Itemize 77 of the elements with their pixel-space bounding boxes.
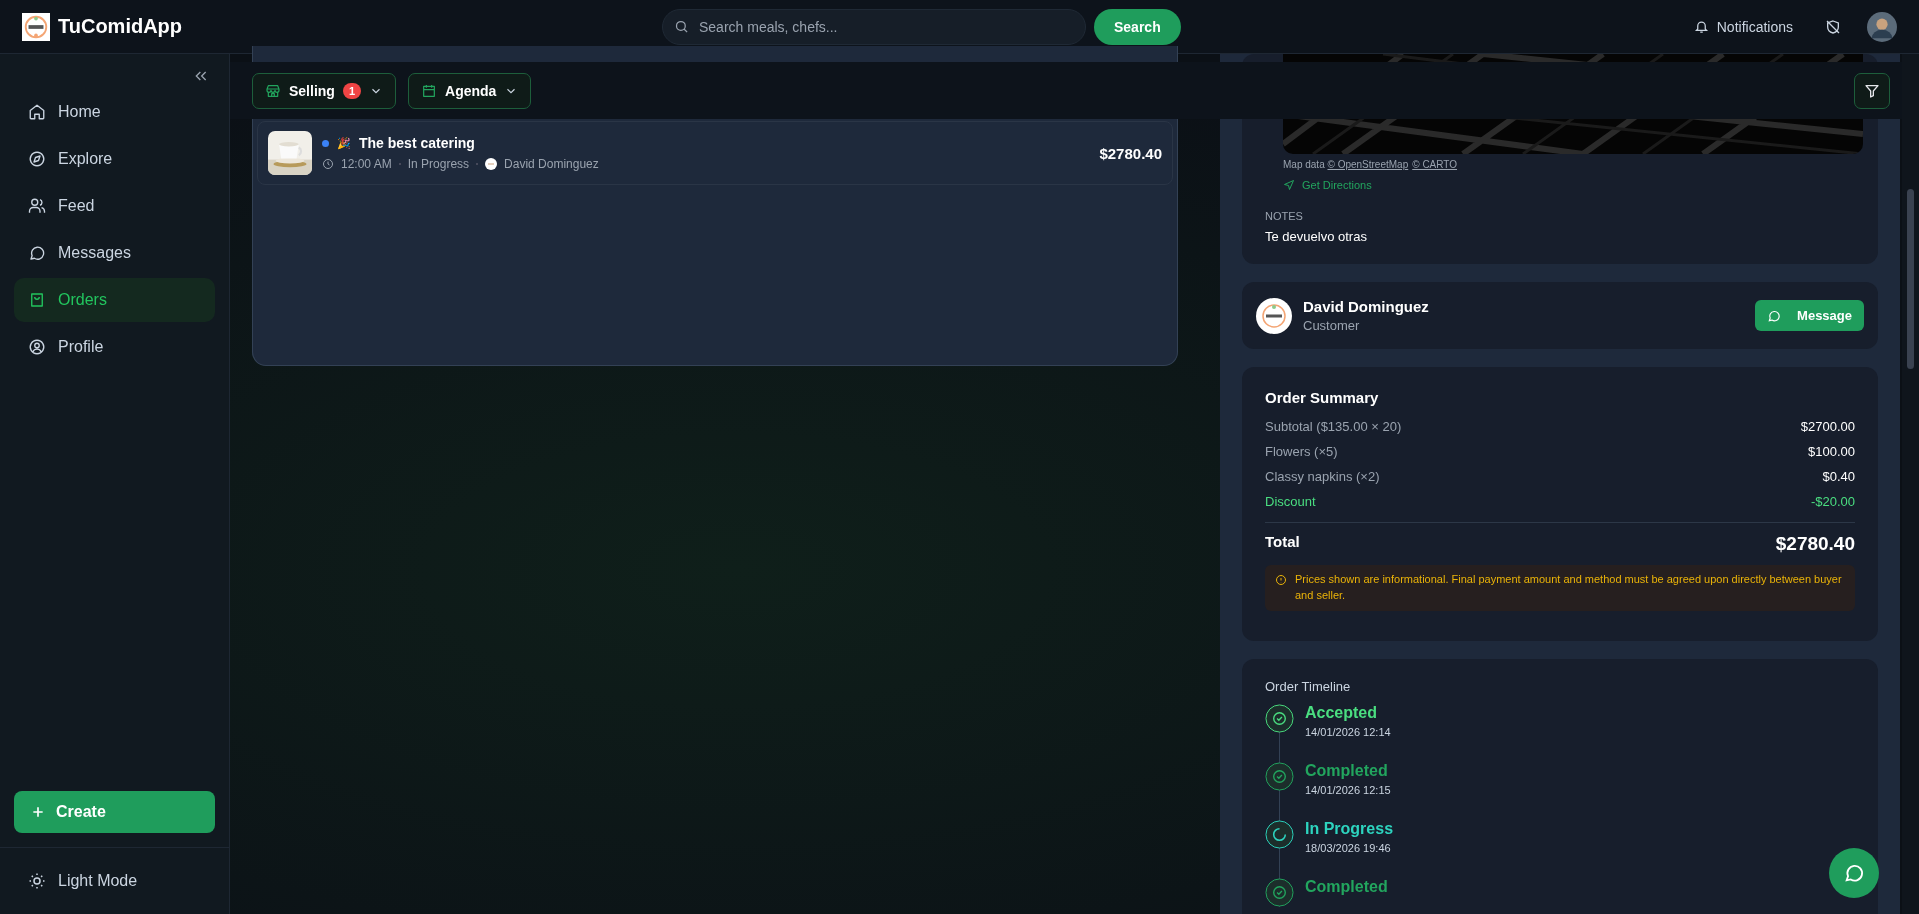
order-title: The best catering xyxy=(359,135,475,151)
summary-label: Classy napkins (×2) xyxy=(1265,469,1380,484)
status-icon xyxy=(1265,819,1294,849)
compass-icon xyxy=(28,150,46,168)
status-icon xyxy=(1265,877,1294,907)
status-icon xyxy=(1265,703,1294,733)
customer-avatar xyxy=(1256,297,1292,334)
summary-label: Subtotal ($135.00 × 20) xyxy=(1265,419,1402,434)
users-icon xyxy=(28,197,46,215)
timeline-status: Accepted xyxy=(1305,703,1379,722)
total-value: $2780.40 xyxy=(1775,533,1855,555)
get-directions-link[interactable]: Get Directions xyxy=(1283,179,1855,191)
sidebar-item[interactable]: Feed xyxy=(14,184,215,228)
status-icon xyxy=(1265,761,1294,791)
sidebar-item[interactable]: Explore xyxy=(14,137,215,181)
filter-icon xyxy=(1864,82,1880,99)
store-icon xyxy=(265,82,281,99)
home-icon xyxy=(28,103,46,121)
timeline-status: In Progress xyxy=(1305,819,1394,838)
summary-title: Order Summary xyxy=(1265,389,1380,406)
summary-value: -$20.00 xyxy=(1810,494,1855,509)
summary-value: $2700.00 xyxy=(1800,419,1855,434)
filter-dropdown[interactable]: Agenda xyxy=(408,72,532,109)
filter-button[interactable] xyxy=(1854,72,1890,109)
customer-avatar xyxy=(485,158,498,170)
timeline-date: 14/01/2026 12:15 xyxy=(1305,783,1391,796)
customer-name: David Dominguez xyxy=(504,157,599,171)
bell-icon xyxy=(1693,19,1709,34)
search-icon xyxy=(674,18,689,34)
shopping-bag-icon xyxy=(28,291,46,309)
order-price: $2780.40 xyxy=(1099,144,1162,162)
app-name: TuComidApp xyxy=(58,15,183,38)
timeline-date: 14/01/2026 12:14 xyxy=(1305,725,1391,738)
sun-icon xyxy=(28,872,46,890)
info-icon xyxy=(1275,574,1287,586)
scrollbar-thumb[interactable] xyxy=(1907,189,1914,369)
timeline-status: Completed xyxy=(1305,761,1389,780)
timeline-date: 18/03/2026 19:46 xyxy=(1305,841,1392,854)
summary-label: Discount xyxy=(1265,494,1316,509)
timeline-status: Completed xyxy=(1305,877,1388,896)
order-status: In Progress xyxy=(407,157,470,171)
search-field[interactable]: Search meals, chefs... xyxy=(662,8,1086,45)
order-row[interactable]: 🎉 The best catering 12:00 AM In Progress David Dominguez $2780.40 xyxy=(257,121,1173,185)
shield-off-icon[interactable] xyxy=(1825,18,1841,35)
summary-value: $0.40 xyxy=(1822,469,1855,484)
plus-icon xyxy=(30,804,46,820)
light-mode-button[interactable]: Light Mode xyxy=(0,848,229,914)
user-icon xyxy=(28,338,46,356)
chat-icon xyxy=(1767,308,1782,323)
notifications-button[interactable]: Notifications xyxy=(1687,17,1799,36)
summary-label: Flowers (×5) xyxy=(1265,444,1338,459)
attribution-link[interactable]: © CARTO xyxy=(1412,159,1458,170)
chat-icon xyxy=(1843,862,1865,884)
notes-text: Te devuelvo otras xyxy=(1265,229,1368,244)
sidebar-item[interactable]: Orders xyxy=(14,278,215,322)
timeline-title: Order Timeline xyxy=(1265,678,1352,694)
notice-text: Prices shown are informational. Final payment amount and method must be agreed upon directly between buyer and seller. xyxy=(1295,572,1843,603)
notes-label: NOTES xyxy=(1265,210,1304,222)
map-attribution: Map data © OpenStreetMap © CARTO xyxy=(1283,159,1459,170)
logo-icon xyxy=(22,12,50,41)
order-time: 12:00 AM xyxy=(341,157,392,171)
user-avatar[interactable] xyxy=(1867,11,1897,42)
sidebar-item[interactable]: Home xyxy=(14,90,215,134)
customer-role: Customer xyxy=(1303,318,1361,333)
clock-icon xyxy=(322,158,334,170)
navigation-icon xyxy=(1283,179,1295,191)
customer-name: David Dominguez xyxy=(1303,298,1430,315)
emoji-icon: 🎉 xyxy=(337,136,351,150)
total-label: Total xyxy=(1265,533,1300,552)
filter-dropdown[interactable]: Selling 1 xyxy=(252,72,397,109)
sidebar-item[interactable]: Profile xyxy=(14,325,215,369)
chat-icon xyxy=(28,244,46,262)
calendar-icon xyxy=(421,82,438,99)
attribution-link[interactable]: © OpenStreetMap xyxy=(1327,159,1409,170)
summary-value: $100.00 xyxy=(1808,444,1855,459)
count-badge: 1 xyxy=(342,82,362,99)
sidebar-item[interactable]: Messages xyxy=(14,231,215,275)
